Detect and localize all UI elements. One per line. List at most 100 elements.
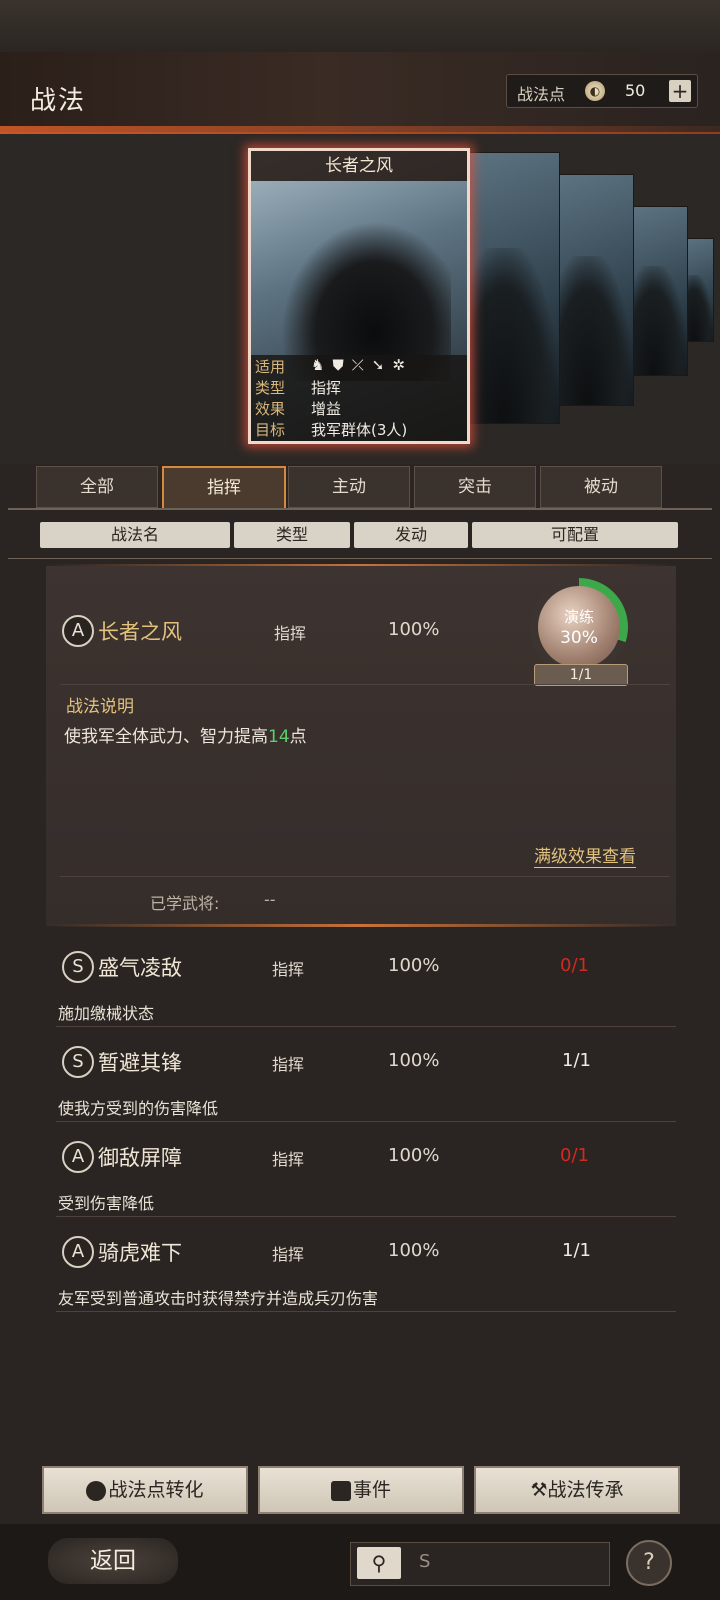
skill-type: 指挥 xyxy=(272,1150,305,1169)
divider xyxy=(60,684,670,685)
tab-bar: 全部 指挥 主动 突击 被动 xyxy=(36,466,676,510)
description-part: 使我军全体武力、智力提高 xyxy=(64,727,268,747)
event-button[interactable]: 事件 xyxy=(258,1466,464,1514)
skill-rate: 100% xyxy=(388,1240,440,1261)
grade-badge: A xyxy=(62,615,94,647)
skill-description: 受到伤害降低 xyxy=(58,1194,155,1213)
skill-card-thumb[interactable] xyxy=(466,152,560,424)
description-title: 战法说明 xyxy=(66,697,134,717)
expanded-bottom-border xyxy=(46,924,676,927)
page-title: 战法 xyxy=(30,86,87,116)
button-label: 战法传承 xyxy=(547,1479,624,1501)
tab-passive[interactable]: 被动 xyxy=(540,466,662,508)
top-decor xyxy=(0,0,720,52)
hammer-icon: ⚒ xyxy=(530,1479,548,1501)
troop-type-icons: ♞⛊⤫➘✲ xyxy=(311,356,413,374)
grade-badge: A xyxy=(62,1141,94,1173)
skill-rate: 100% xyxy=(388,1050,440,1071)
learned-generals-value: -- xyxy=(264,890,276,909)
card-title: 长者之风 xyxy=(251,151,467,181)
skill-name: 御敌屏障 xyxy=(98,1146,182,1170)
description-text: 使我军全体武力、智力提高14点 xyxy=(64,722,307,747)
add-points-button[interactable]: + xyxy=(669,80,691,102)
inherit-button[interactable]: ⚒战法传承 xyxy=(474,1466,680,1514)
card-row-value: 我军群体(3人) xyxy=(311,421,408,439)
tab-command[interactable]: 指挥 xyxy=(162,466,286,510)
help-button[interactable]: ? xyxy=(626,1540,672,1586)
skill-config: 1/1 xyxy=(562,1240,591,1261)
event-icon xyxy=(330,1480,351,1501)
convert-points-button[interactable]: 战法点转化 xyxy=(42,1466,248,1514)
bow-icon: ⤫ xyxy=(351,356,372,374)
card-row-effect: 效果 增益 xyxy=(255,398,341,419)
divider xyxy=(56,1026,676,1027)
search-input[interactable]: S xyxy=(419,1551,430,1572)
col-trigger[interactable]: 发动 xyxy=(354,522,468,548)
description-number: 14 xyxy=(268,727,290,747)
divider xyxy=(56,1311,676,1312)
selected-skill-card[interactable]: 长者之风 适用 ♞⛊⤫➘✲ 类型 指挥 效果 增益 目标 我军群体(3人) xyxy=(248,148,470,444)
tab-all[interactable]: 全部 xyxy=(36,466,158,508)
divider xyxy=(8,508,712,510)
grade-badge: S xyxy=(62,1046,94,1078)
cavalry-icon: ♞ xyxy=(311,356,333,374)
tab-active[interactable]: 主动 xyxy=(288,466,410,508)
skill-type: 指挥 xyxy=(272,960,305,979)
skill-description: 友军受到普通攻击时获得禁疗并造成兵刃伤害 xyxy=(58,1289,379,1308)
button-label: 事件 xyxy=(352,1479,391,1501)
drop-icon xyxy=(86,1480,107,1501)
skill-name: 长者之风 xyxy=(98,620,182,644)
divider xyxy=(60,876,670,877)
skill-card-thumb[interactable] xyxy=(630,206,688,376)
skill-name: 盛气凌敌 xyxy=(98,956,182,980)
divider xyxy=(56,1121,676,1122)
skill-card-thumb[interactable] xyxy=(556,174,634,406)
skill-points-box: 战法点 ◐ 50 + xyxy=(506,74,698,108)
header-divider xyxy=(0,126,720,134)
grade-badge: S xyxy=(62,951,94,983)
skill-description: 施加缴械状态 xyxy=(58,1004,155,1023)
grade-badge: A xyxy=(62,1236,94,1268)
learned-generals-label: 已学武将: xyxy=(150,894,220,913)
divider xyxy=(8,558,712,559)
back-button[interactable]: 返回 xyxy=(48,1538,178,1584)
col-type[interactable]: 类型 xyxy=(234,522,350,548)
skill-points-label: 战法点 xyxy=(517,85,566,104)
skill-rate: 100% xyxy=(388,955,440,976)
description-part: 点 xyxy=(289,727,307,747)
skill-points-value: 50 xyxy=(625,81,646,100)
tab-assault[interactable]: 突击 xyxy=(414,466,536,508)
card-info-panel: 适用 ♞⛊⤫➘✲ 类型 指挥 效果 增益 目标 我军群体(3人) xyxy=(251,355,467,441)
train-percent: 30% xyxy=(560,628,598,648)
skill-rate: 100% xyxy=(388,619,440,640)
skill-type: 指挥 xyxy=(274,624,307,643)
config-count: 1/1 xyxy=(534,664,628,686)
card-row-type: 类型 指挥 xyxy=(255,377,341,398)
skill-name: 骑虎难下 xyxy=(98,1241,182,1265)
train-progress-ring[interactable]: 演练 30% xyxy=(530,578,628,676)
card-row-value: 增益 xyxy=(311,400,342,418)
shield-icon: ⛊ xyxy=(332,356,352,374)
siege-icon: ✲ xyxy=(392,356,413,374)
column-headers: 战法名 类型 发动 可配置 xyxy=(40,522,680,550)
skill-description: 使我方受到的伤害降低 xyxy=(58,1099,219,1118)
search-icon[interactable]: ⚲ xyxy=(357,1547,401,1579)
col-name[interactable]: 战法名 xyxy=(40,522,230,548)
skill-config: 0/1 xyxy=(560,955,589,976)
divider xyxy=(56,1216,676,1217)
train-button[interactable]: 演练 30% xyxy=(538,586,620,668)
spear-icon: ➘ xyxy=(371,356,393,374)
skill-rate: 100% xyxy=(388,1145,440,1166)
card-row-target: 目标 我军群体(3人) xyxy=(255,419,407,440)
card-row-value: 指挥 xyxy=(311,379,342,397)
skill-type: 指挥 xyxy=(272,1055,305,1074)
skill-name: 暂避其锋 xyxy=(98,1051,182,1075)
full-level-effect-link[interactable]: 满级效果查看 xyxy=(534,842,636,868)
col-configurable[interactable]: 可配置 xyxy=(472,522,678,548)
card-row-key: 目标 xyxy=(255,421,286,439)
card-row-applicable: 适用 ♞⛊⤫➘✲ xyxy=(255,356,405,377)
train-label: 演练 xyxy=(563,608,594,626)
search-box[interactable]: ⚲ S xyxy=(350,1542,610,1586)
card-row-key: 效果 xyxy=(255,400,286,418)
skill-config: 1/1 xyxy=(562,1050,591,1071)
